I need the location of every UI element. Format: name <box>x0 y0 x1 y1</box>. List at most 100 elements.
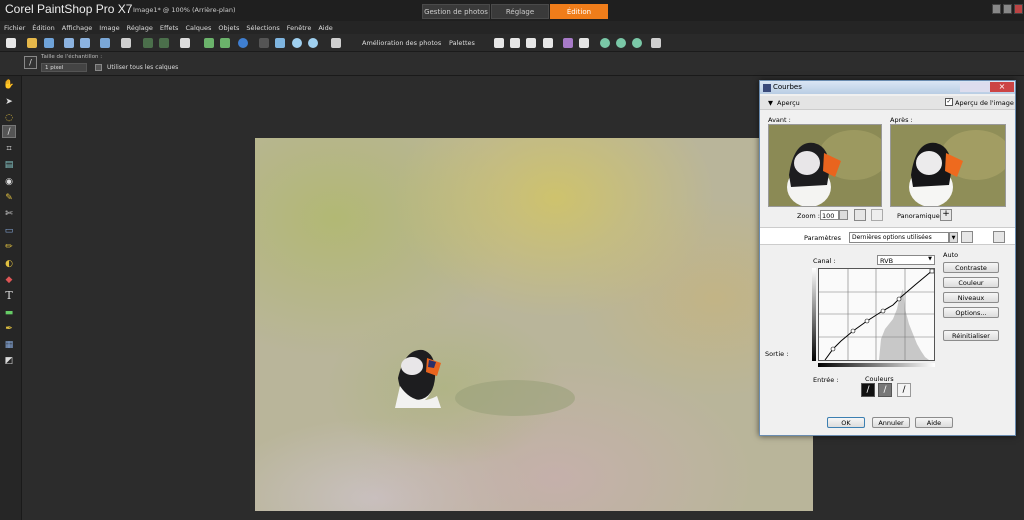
maximize-icon[interactable] <box>1003 4 1012 14</box>
script-stop-icon[interactable] <box>616 38 626 48</box>
close-icon[interactable] <box>1014 4 1023 14</box>
help-button[interactable]: Aide <box>915 417 953 428</box>
image-canvas[interactable] <box>255 138 813 511</box>
dialog-maximize-icon[interactable] <box>976 82 990 92</box>
mesh-warp-icon[interactable]: ▦ <box>2 338 16 351</box>
text-tool-icon[interactable]: T <box>2 289 16 302</box>
info-icon[interactable] <box>238 38 248 48</box>
tab-edit[interactable]: Édition <box>550 4 608 19</box>
zoom-out-icon[interactable] <box>292 38 302 48</box>
zoom-input[interactable]: 100 <box>820 210 839 220</box>
makeover-tool-icon[interactable]: ✎ <box>2 191 16 204</box>
dropper-tool-icon[interactable]: / <box>2 125 16 138</box>
rotate-left-icon[interactable] <box>204 38 214 48</box>
background-eraser-icon[interactable]: ▭ <box>2 224 16 237</box>
contrast-button[interactable]: Contraste <box>943 262 999 273</box>
preview-toggle[interactable]: Aperçu <box>777 99 800 107</box>
rotate-right-icon[interactable] <box>220 38 230 48</box>
menu-effects[interactable]: Effets <box>160 24 179 32</box>
dropper-preset-icon[interactable]: / <box>24 56 37 69</box>
ok-button[interactable]: OK <box>827 417 865 428</box>
tab-photo-management[interactable]: Gestion de photos <box>422 4 490 19</box>
crop-tool-icon[interactable]: ⌗ <box>2 142 16 155</box>
photo-enhance-menu[interactable]: Amélioration des photos <box>362 39 441 47</box>
menu-image[interactable]: Image <box>99 24 119 32</box>
palette-materials-icon[interactable] <box>494 38 504 48</box>
all-layers-checkbox[interactable] <box>95 64 102 71</box>
save-icon[interactable] <box>64 38 74 48</box>
levels-button[interactable]: Niveaux <box>943 292 999 303</box>
curves-graph[interactable] <box>818 268 935 361</box>
image-preview-checkbox[interactable]: ✓ <box>945 98 953 106</box>
menu-selections[interactable]: Sélections <box>246 24 279 32</box>
dialog-minimize-icon[interactable] <box>960 82 976 92</box>
save-as-icon[interactable] <box>80 38 90 48</box>
dodge-tool-icon[interactable]: ◐ <box>2 257 16 270</box>
channel-dropdown-icon[interactable]: ▼ <box>926 256 934 264</box>
copy-icon[interactable] <box>331 38 341 48</box>
preview-collapse-icon[interactable]: ▼ <box>768 99 773 107</box>
clone-tool-icon[interactable]: ✄ <box>2 207 16 220</box>
zoom-fit-icon[interactable] <box>854 209 866 221</box>
presets-select[interactable]: Dernières options utilisées <box>849 232 949 243</box>
menu-file[interactable]: Fichier <box>4 24 25 32</box>
undo-icon[interactable] <box>143 38 153 48</box>
selection-tool-icon[interactable]: ◌ <box>2 111 16 124</box>
tab-adjust[interactable]: Réglage <box>491 4 549 19</box>
redo-icon[interactable] <box>159 38 169 48</box>
color-replacer-icon[interactable]: ◆ <box>2 273 16 286</box>
menu-adjust[interactable]: Réglage <box>127 24 153 32</box>
black-point-dropper-icon[interactable]: / <box>861 383 875 397</box>
script-record-icon[interactable] <box>632 38 642 48</box>
pen-tool-icon[interactable]: ✒ <box>2 322 16 335</box>
menu-layers[interactable]: Calques <box>185 24 211 32</box>
fit-window-icon[interactable] <box>275 38 285 48</box>
cancel-button[interactable]: Annuler <box>872 417 910 428</box>
color-button[interactable]: Couleur <box>943 277 999 288</box>
menu-edit[interactable]: Édition <box>32 24 55 32</box>
save-preset-icon[interactable] <box>961 231 973 243</box>
script-run-icon[interactable] <box>600 38 610 48</box>
zoom-in-icon[interactable] <box>308 38 318 48</box>
palettes-menu[interactable]: Palettes <box>449 39 475 47</box>
minimize-icon[interactable] <box>992 4 1001 14</box>
menu-objects[interactable]: Objets <box>218 24 239 32</box>
pick-tool-icon[interactable]: ➤ <box>2 95 16 108</box>
new-file-icon[interactable] <box>6 38 16 48</box>
curves-plot[interactable] <box>819 268 935 361</box>
paint-brush-icon[interactable]: ✏ <box>2 240 16 253</box>
straighten-tool-icon[interactable]: ▤ <box>2 158 16 171</box>
shape-tool-icon[interactable]: ▬ <box>2 306 16 319</box>
reset-preset-icon[interactable] <box>993 231 1005 243</box>
options-button[interactable]: Options... <box>943 307 999 318</box>
after-preview[interactable] <box>890 124 1006 207</box>
script-edit-icon[interactable] <box>651 38 661 48</box>
grid-icon[interactable] <box>259 38 269 48</box>
palette-learning-icon[interactable] <box>526 38 536 48</box>
dialog-close-icon[interactable]: × <box>990 82 1014 92</box>
palette-histogram-icon[interactable] <box>563 38 573 48</box>
pan-icon[interactable]: + <box>940 209 952 221</box>
eraser-tool-icon[interactable]: ◩ <box>2 354 16 367</box>
menu-window[interactable]: Fenêtre <box>287 24 312 32</box>
print-icon[interactable] <box>121 38 131 48</box>
open-folder-icon[interactable] <box>27 38 37 48</box>
fullscreen-icon[interactable] <box>180 38 190 48</box>
menu-view[interactable]: Affichage <box>62 24 93 32</box>
red-eye-tool-icon[interactable]: ◉ <box>2 175 16 188</box>
gray-point-dropper-icon[interactable]: / <box>878 383 892 397</box>
browse-icon[interactable] <box>44 38 54 48</box>
white-point-dropper-icon[interactable]: / <box>897 383 911 397</box>
presets-dropdown-icon[interactable]: ▼ <box>949 232 958 243</box>
pan-tool-icon[interactable]: ✋ <box>2 78 16 91</box>
menu-help[interactable]: Aide <box>318 24 332 32</box>
reset-button[interactable]: Réinitialiser <box>943 330 999 341</box>
palette-layers-icon[interactable] <box>510 38 520 48</box>
share-icon[interactable] <box>100 38 110 48</box>
sample-size-select[interactable]: 1 pixel <box>41 63 87 72</box>
zoom-actual-icon[interactable] <box>871 209 883 221</box>
palette-overview-icon[interactable] <box>579 38 589 48</box>
zoom-spinner[interactable] <box>839 210 848 220</box>
before-preview[interactable] <box>768 124 882 207</box>
palette-history-icon[interactable] <box>543 38 553 48</box>
